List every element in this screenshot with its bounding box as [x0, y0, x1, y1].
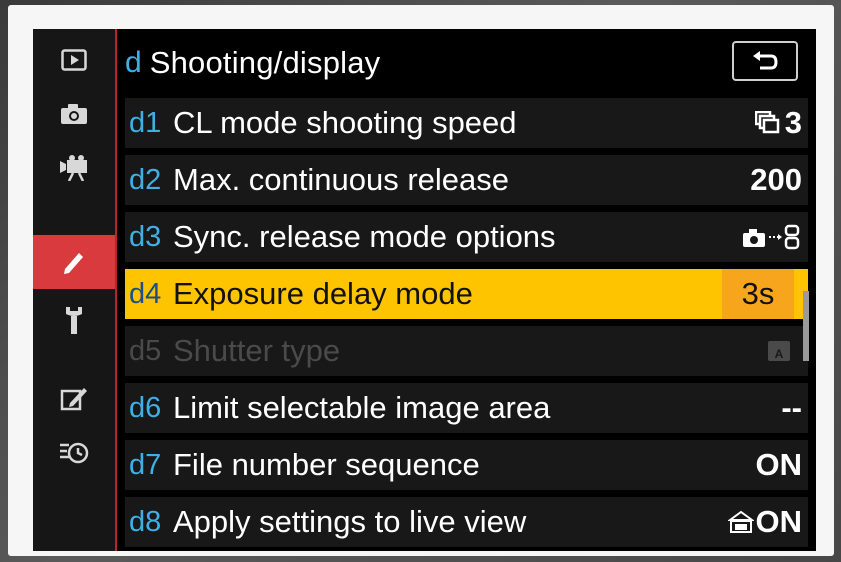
item-value: A [712, 326, 808, 376]
scrollbar[interactable] [803, 291, 809, 361]
item-label: Apply settings to live view [173, 504, 527, 539]
menu-item-limit-selectable-image-area[interactable]: d6 Limit selectable image area -- [125, 383, 808, 433]
item-code: d3 [129, 220, 162, 253]
retouch-menu-tab[interactable] [33, 371, 115, 425]
item-value-text: 3 [784, 105, 802, 140]
menu-item-sync-release-mode-options[interactable]: d3 Sync. release mode options [125, 212, 808, 262]
menu-item-exposure-delay-mode[interactable]: d4 Exposure delay mode 3s [125, 269, 808, 319]
movie-camera-icon [60, 155, 87, 181]
item-label: Limit selectable image area [173, 390, 551, 425]
item-label: Sync. release mode options [173, 219, 556, 254]
photo-shooting-menu-tab[interactable] [33, 87, 115, 141]
continuous-low-icon [754, 111, 779, 134]
item-value: 200 [750, 162, 802, 197]
item-code: d6 [129, 391, 162, 424]
menu-sidebar [33, 29, 117, 551]
item-value-text: ON [755, 504, 803, 539]
menu-item-shutter-type: d5 Shutter type A [125, 326, 808, 376]
item-value: 3s [722, 269, 794, 319]
live-view-icon [727, 510, 754, 533]
movie-shooting-menu-tab[interactable] [33, 141, 115, 195]
item-code: d4 [129, 277, 162, 310]
retouch-icon [60, 388, 87, 411]
item-label: CL mode shooting speed [173, 105, 517, 140]
menu-item-cl-mode-shooting-speed[interactable]: d1 CL mode shooting speed 3 [125, 98, 808, 148]
camera-menu-screen: d Shooting/display d1 CL mode shooting s… [33, 29, 816, 551]
wrench-icon [66, 307, 82, 334]
menu-item-file-number-sequence[interactable]: d7 File number sequence ON [125, 440, 808, 490]
playback-icon [61, 49, 87, 71]
item-label: Max. continuous release [173, 162, 510, 197]
item-value: ON [712, 497, 808, 547]
menu-section-letter: d [125, 46, 142, 79]
item-value: 3 [712, 98, 808, 148]
custom-settings-list: d1 CL mode shooting speed 3 d2 Max. cont… [125, 98, 808, 551]
item-value: ON [755, 447, 803, 482]
item-code: d2 [129, 163, 162, 196]
custom-settings-menu-tab[interactable] [33, 235, 115, 289]
item-code: d1 [129, 106, 162, 139]
camera-icon [61, 104, 87, 124]
menu-item-apply-settings-to-live-view[interactable]: d8 Apply settings to live view ON [125, 497, 808, 547]
menu-title-bar: d Shooting/display [125, 37, 808, 89]
page-title: Shooting/display [149, 45, 381, 80]
recent-settings-menu-tab[interactable] [33, 425, 115, 479]
shutter-auto-icon: A [768, 341, 790, 361]
svg-text:A: A [775, 347, 784, 361]
item-label: Exposure delay mode [173, 276, 473, 311]
recent-clock-icon [60, 442, 89, 464]
playback-menu-tab[interactable] [33, 33, 115, 87]
item-code: d5 [129, 334, 162, 367]
return-arrow-icon [753, 51, 778, 70]
item-code: d8 [129, 505, 162, 538]
setup-menu-tab[interactable] [33, 293, 115, 347]
menu-item-max-continuous-release[interactable]: d2 Max. continuous release 200 [125, 155, 808, 205]
item-value: -- [781, 390, 802, 425]
item-value [712, 212, 808, 262]
item-code: d7 [129, 448, 162, 481]
item-label: File number sequence [173, 447, 480, 482]
pencil-icon [64, 253, 83, 274]
item-label: Shutter type [173, 333, 341, 368]
back-button[interactable] [732, 41, 798, 81]
camera-sync-icon [743, 224, 800, 250]
